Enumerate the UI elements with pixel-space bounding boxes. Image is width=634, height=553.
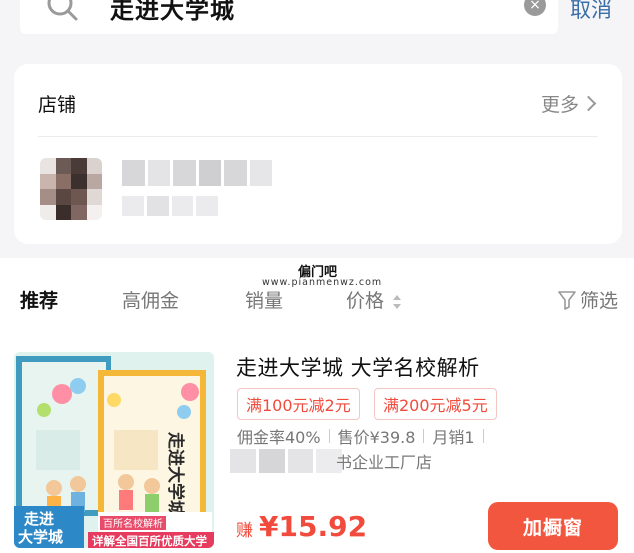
cover-banner-left-2: 大学城 [18, 528, 63, 546]
sale-price: 售价¥39.8 [337, 428, 416, 447]
search-bar[interactable]: 走进大学城 × [20, 0, 558, 34]
search-results-page: 走进大学城 × 取消 店铺 更多 偏门吧 www.pianmenwz.com 推… [0, 0, 634, 553]
filter-label: 筛选 [579, 290, 618, 312]
sort-arrows-icon [393, 294, 402, 309]
filter-button[interactable]: 筛选 [558, 286, 618, 313]
monthly-sales: 月销1 [432, 428, 475, 447]
earn-price-value: ¥15.92 [259, 510, 368, 543]
tab-price-label: 价格 [346, 290, 385, 312]
tab-recommended[interactable]: 推荐 [20, 286, 58, 313]
cover-banner-top: 百所名校解析 [103, 517, 163, 530]
filter-icon [558, 290, 576, 310]
shop-avatar[interactable] [40, 158, 102, 220]
divider [328, 429, 330, 443]
store-row[interactable]: 书企业工厂店 [230, 448, 432, 474]
shop-info-redacted [122, 196, 218, 216]
cancel-button[interactable]: 取消 [570, 0, 612, 24]
divider [38, 136, 598, 137]
product-list-panel: 偏门吧 www.pianmenwz.com 推荐 高佣金 销量 价格 筛选 走进… [0, 258, 634, 553]
coupon-badge: 满200元减5元 [374, 388, 497, 420]
divider [482, 429, 484, 443]
shops-more-label: 更多 [540, 94, 579, 116]
earn-label: 赚 [236, 521, 253, 541]
clear-icon[interactable]: × [524, 0, 546, 16]
shops-title: 店铺 [38, 94, 77, 116]
store-name: 书企业工厂店 [336, 453, 433, 472]
search-icon [42, 0, 82, 27]
store-name-redacted [230, 449, 342, 473]
add-to-showcase-button[interactable]: 加橱窗 [488, 502, 618, 550]
tab-price[interactable]: 价格 [346, 286, 402, 313]
tab-sales[interactable]: 销量 [245, 286, 283, 313]
shop-name-redacted[interactable] [122, 160, 272, 186]
divider [423, 429, 425, 443]
coupon-badge: 满100元减2元 [237, 388, 360, 420]
sort-tabs: 推荐 高佣金 销量 价格 [0, 286, 634, 316]
product-title[interactable]: 走进大学城 大学名校解析 [236, 352, 480, 382]
shops-card: 店铺 更多 [14, 64, 622, 244]
cover-banner-left-1: 走进 [24, 510, 54, 528]
product-image[interactable]: 走进大学城 走进 大学城 百所名校解析 详解全国百所优质大学 [14, 352, 214, 548]
earn-price: 赚 ¥15.92 [236, 510, 367, 543]
product-stats: 佣金率40% 售价¥39.8 月销1 [237, 424, 492, 448]
cover-banner-bottom: 详解全国百所优质大学 [92, 534, 207, 548]
chevron-right-icon [580, 95, 597, 112]
search-input[interactable]: 走进大学城 [110, 0, 235, 25]
commission-rate: 佣金率40% [237, 428, 321, 447]
cover-book-title: 走进大学城 [166, 432, 186, 517]
tab-high-commission[interactable]: 高佣金 [122, 286, 179, 313]
shops-more-link[interactable]: 更多 [540, 90, 597, 117]
